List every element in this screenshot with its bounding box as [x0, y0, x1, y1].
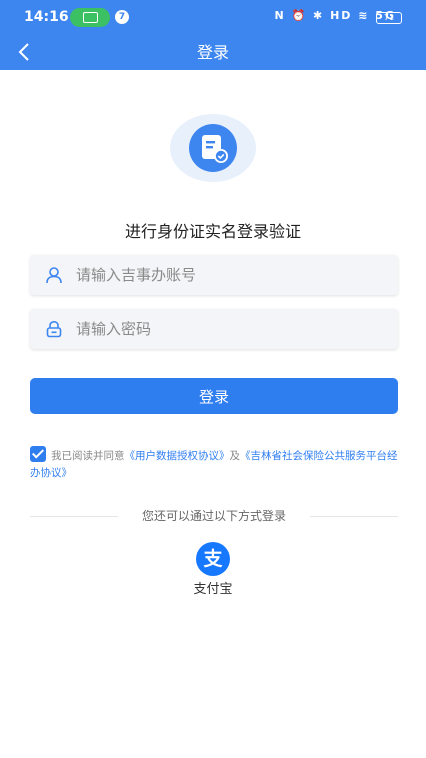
nav-bar: 登录 [0, 34, 426, 70]
login-button[interactable]: 登录 [30, 378, 398, 414]
password-input[interactable] [76, 309, 386, 349]
verify-heading: 进行身份证实名登录验证 [124, 222, 301, 241]
agreement-row: 我已阅读并同意《用户数据授权协议》及《吉林省社会保险公共服务平台经办协议》 [30, 446, 398, 482]
logo-badge [170, 114, 256, 182]
agreement-checkbox[interactable] [30, 446, 46, 462]
user-icon [46, 267, 62, 284]
agreement-prefix: 我已阅读并同意 [51, 450, 125, 462]
battery-icon: 71 [376, 12, 402, 24]
alt-login-text: 您还可以通过以下方式登录 [141, 509, 286, 523]
alt-login-divider: 您还可以通过以下方式登录 [30, 508, 398, 524]
lock-icon [46, 320, 62, 338]
account-input[interactable] [76, 255, 386, 295]
alipay-label: 支付宝 [193, 582, 233, 597]
alipay-login-button[interactable]: 支 支付宝 [183, 542, 243, 597]
agreement-middle: 及 [229, 450, 241, 462]
account-field [30, 255, 398, 295]
id-card-verify-icon [189, 124, 237, 172]
screen-cast-icon [70, 8, 110, 27]
notification-badge: 7 [115, 10, 129, 24]
status-time: 14:16 [24, 9, 69, 25]
password-field [30, 309, 398, 349]
user-data-agreement-link[interactable]: 《用户数据授权协议》 [125, 450, 230, 462]
page-title: 登录 [196, 43, 229, 62]
status-bar: 14:16 7 N ⏰ ✱ HD ≋ 5G 71 [0, 0, 426, 34]
alipay-icon[interactable]: 支 [196, 542, 230, 576]
